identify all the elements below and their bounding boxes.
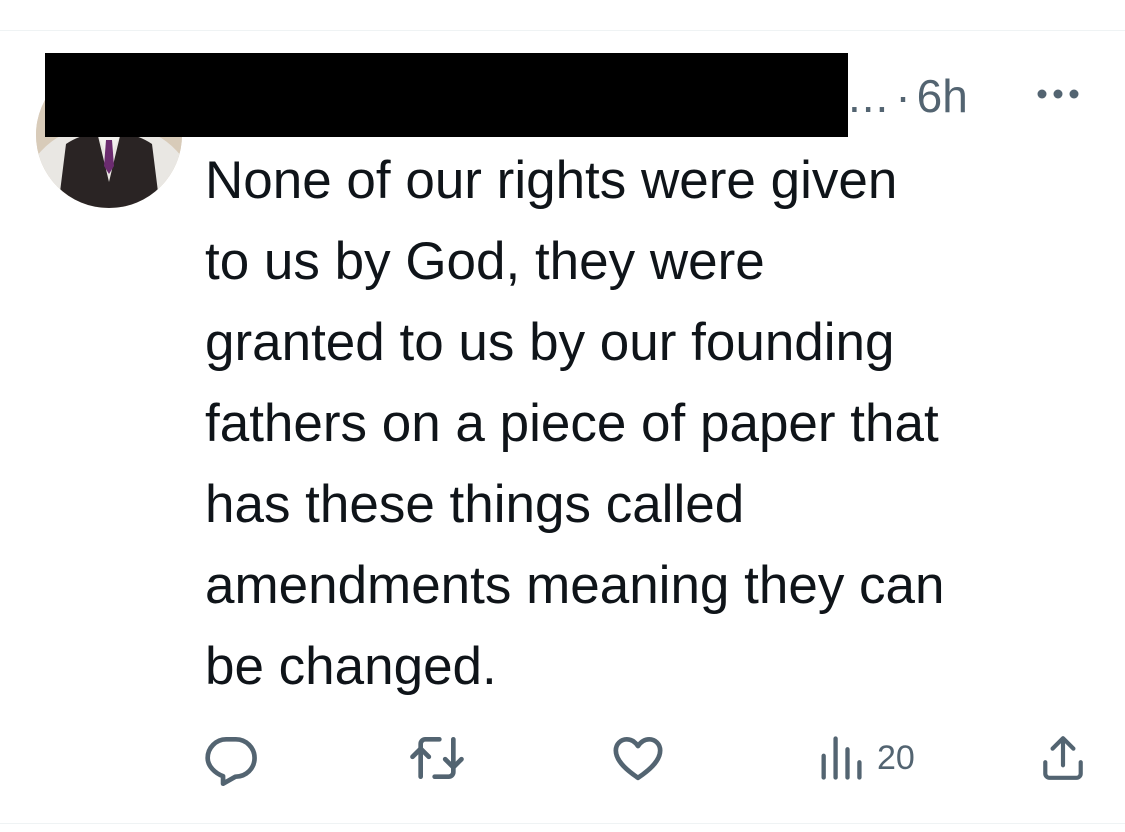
bottom-divider [0, 823, 1125, 824]
more-horizontal-icon[interactable] [1030, 84, 1086, 104]
reply-icon [205, 737, 257, 786]
repost-button[interactable] [408, 728, 466, 788]
like-button[interactable] [610, 728, 666, 788]
tweet-header-meta: ... · 6h [848, 66, 968, 126]
share-icon [1043, 736, 1083, 780]
tweet-actions: 20 [0, 728, 1125, 788]
like-icon [613, 737, 663, 781]
timestamp[interactable]: 6h [917, 69, 968, 123]
truncated-name-ellipsis: ... [848, 70, 890, 122]
tweet-text: None of our rights were given to us by G… [205, 151, 945, 696]
author-name-redaction [45, 53, 848, 137]
reply-button[interactable] [203, 728, 259, 788]
views-button[interactable]: 20 [815, 728, 915, 788]
top-divider [0, 30, 1125, 31]
separator-dot: · [895, 70, 911, 122]
repost-icon [410, 737, 464, 779]
views-count: 20 [877, 738, 915, 777]
views-icon [821, 736, 862, 780]
share-button[interactable] [1038, 728, 1088, 788]
